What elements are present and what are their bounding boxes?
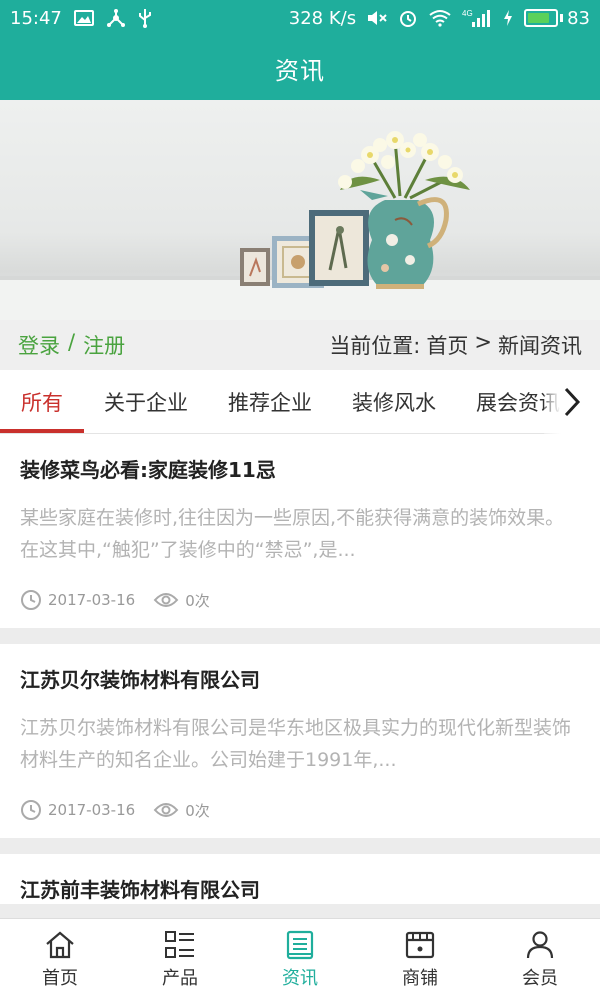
article-item[interactable]: 装修菜鸟必看:家庭装修11忌 某些家庭在装修时,往往因为一些原因,不能获得满意的…: [0, 434, 600, 628]
nav-shop[interactable]: 商铺: [360, 919, 480, 1000]
article-date: 2017-03-16: [48, 801, 136, 819]
nav-label: 会员: [522, 967, 558, 989]
bottom-nav: 首页 产品 资讯 商铺 会员: [0, 918, 600, 1000]
usb-icon: [138, 8, 152, 28]
article-date: 2017-03-16: [48, 591, 136, 609]
wifi-icon: [428, 9, 452, 27]
tab-all[interactable]: 所有: [0, 370, 84, 433]
status-bar: 15:47 328 K/s 4G 83: [0, 0, 600, 36]
tab-label: 装修风水: [352, 390, 436, 415]
breadcrumb-home[interactable]: 首页: [426, 330, 468, 360]
page-title: 资讯: [275, 56, 325, 85]
article-list: 装修菜鸟必看:家庭装修11忌 某些家庭在装修时,往往因为一些原因,不能获得满意的…: [0, 434, 600, 918]
location-label: 当前位置:: [329, 334, 421, 358]
chevron-right-icon: [564, 387, 581, 417]
picture-frame-large: [309, 210, 369, 286]
login-location-bar: 登录 / 注册 当前位置: 首页 > 新闻资讯: [0, 320, 600, 370]
app-header: 资讯: [0, 36, 600, 100]
clock-icon: [21, 590, 41, 610]
tabs-scroll-right-button[interactable]: [544, 370, 600, 434]
network-type: 4G: [462, 9, 473, 18]
flowers: [338, 131, 470, 200]
nav-member[interactable]: 会员: [480, 919, 600, 1000]
article-item[interactable]: 江苏前丰装饰材料有限公司: [0, 854, 600, 904]
news-icon: [286, 930, 314, 959]
charging-icon: [502, 9, 514, 27]
nav-label: 首页: [42, 967, 78, 989]
alarm-icon: [398, 8, 418, 28]
nav-label: 产品: [162, 967, 198, 989]
breadcrumb: 当前位置: 首页 > 新闻资讯: [329, 330, 582, 360]
signal-icon: 4G: [462, 8, 492, 28]
home-icon: [46, 931, 74, 958]
tab-label: 关于企业: [104, 390, 188, 415]
article-title[interactable]: 装修菜鸟必看:家庭装修11忌: [20, 456, 580, 484]
net-speed: 328 K/s: [288, 7, 357, 29]
nav-label: 资讯: [282, 967, 318, 989]
battery-indicator: 83: [524, 8, 590, 29]
usb-share-icon: [106, 9, 126, 27]
article-item[interactable]: 江苏贝尔装饰材料有限公司 江苏贝尔装饰材料有限公司是华东地区极具实力的现代化新型…: [0, 644, 600, 838]
article-views: 0次: [185, 591, 210, 610]
user-icon: [526, 930, 554, 958]
nav-label: 商铺: [402, 967, 438, 989]
eye-icon: [153, 803, 179, 817]
vase: [360, 190, 449, 289]
picture-frame-small: [240, 248, 270, 286]
article-views: 0次: [185, 801, 210, 820]
auth-links: 登录 / 注册: [18, 330, 125, 360]
article-title[interactable]: 江苏前丰装饰材料有限公司: [20, 876, 580, 904]
article-meta: 2017-03-16 0次: [20, 580, 580, 628]
breadcrumb-separator: >: [474, 330, 492, 354]
auth-separator: /: [68, 330, 76, 354]
tab-recommended-company[interactable]: 推荐企业: [208, 370, 332, 433]
breadcrumb-current: 新闻资讯: [498, 334, 582, 358]
mute-icon: [366, 9, 388, 27]
nav-news[interactable]: 资讯: [240, 919, 360, 1000]
tab-label: 所有: [21, 390, 63, 415]
eye-icon: [153, 593, 179, 607]
article-meta: 2017-03-16 0次: [20, 790, 580, 838]
nav-products[interactable]: 产品: [120, 919, 240, 1000]
photo-icon: [73, 10, 94, 26]
tab-label: 推荐企业: [228, 390, 312, 415]
list-icon: [165, 930, 194, 958]
article-title[interactable]: 江苏贝尔装饰材料有限公司: [20, 666, 580, 694]
banner-image[interactable]: [0, 100, 600, 320]
clock-icon: [21, 800, 41, 820]
tab-fengshui[interactable]: 装修风水: [332, 370, 456, 433]
register-link[interactable]: 注册: [83, 330, 125, 360]
nav-home[interactable]: 首页: [0, 919, 120, 1000]
category-tabs: 所有 关于企业 推荐企业 装修风水 展会资讯: [0, 370, 600, 434]
status-time: 15:47: [10, 7, 62, 29]
battery-level: 83: [567, 7, 590, 29]
article-summary: 某些家庭在装修时,往往因为一些原因,不能获得满意的装饰效果。在这其中,“触犯”了…: [20, 507, 565, 561]
login-link[interactable]: 登录: [18, 330, 60, 360]
shop-icon: [405, 931, 435, 958]
article-summary: 江苏贝尔装饰材料有限公司是华东地区极具实力的现代化新型装饰材料生产的知名企业。公…: [20, 717, 572, 771]
tab-about-company[interactable]: 关于企业: [84, 370, 208, 433]
